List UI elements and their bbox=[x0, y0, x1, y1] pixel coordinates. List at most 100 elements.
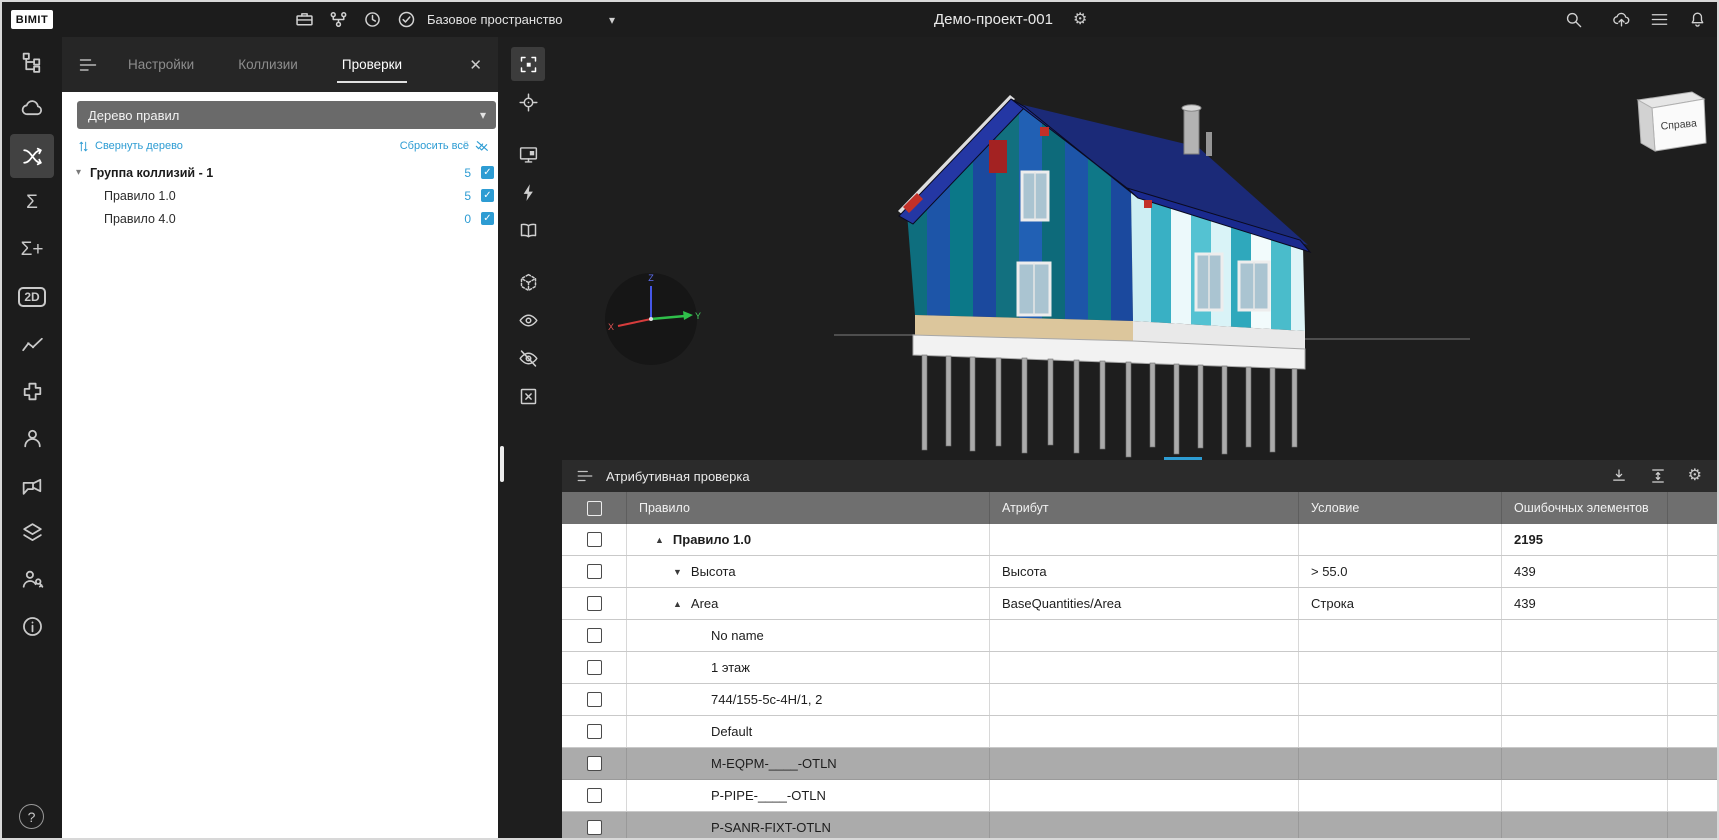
table-row[interactable]: 1 этаж bbox=[562, 652, 1717, 684]
bottom-panel-resize-handle[interactable] bbox=[1164, 457, 1202, 460]
close-icon[interactable]: ✕ bbox=[469, 56, 482, 74]
tree-item[interactable]: ▾Группа коллизий - 15✓ bbox=[62, 161, 498, 184]
workspace-dropdown[interactable]: Базовое пространство ▾ bbox=[427, 2, 615, 37]
rules-tree-dropdown[interactable]: Дерево правил ▾ bbox=[77, 101, 496, 129]
checks-panel-header: Настройки Коллизии Проверки ✕ bbox=[62, 37, 498, 92]
rule-cell: No name bbox=[627, 620, 990, 651]
tool-delete-selection[interactable] bbox=[511, 379, 545, 413]
projects-icon[interactable] bbox=[294, 9, 315, 30]
table-row[interactable]: Default bbox=[562, 716, 1717, 748]
notifications-bell-icon[interactable] bbox=[1688, 10, 1707, 29]
tri-up-icon[interactable]: ▲ bbox=[655, 535, 664, 545]
sidebar-item-paint-tools[interactable] bbox=[10, 463, 54, 507]
collapse-tree-link[interactable]: Свернуть дерево bbox=[77, 140, 183, 153]
tab-collisions[interactable]: Коллизии bbox=[238, 57, 298, 72]
tree-checkbox-checked[interactable]: ✓ bbox=[481, 189, 494, 202]
tab-settings[interactable]: Настройки bbox=[128, 57, 194, 72]
table-row[interactable]: No name bbox=[562, 620, 1717, 652]
sidebar-item-cloud-sync[interactable] bbox=[10, 87, 54, 131]
tri-down-icon[interactable]: ▼ bbox=[673, 567, 682, 577]
fit-height-icon[interactable] bbox=[1610, 467, 1628, 485]
tree-item[interactable]: Правило 4.00✓ bbox=[62, 207, 498, 230]
sidebar-item-plugins[interactable] bbox=[10, 369, 54, 413]
tree-checkbox-checked[interactable]: ✓ bbox=[481, 166, 494, 179]
tool-fit-selection[interactable] bbox=[511, 47, 545, 81]
viewport-3d[interactable]: Z X Y Справа Атрибутивная проверка bbox=[498, 37, 1717, 838]
row-checkbox[interactable] bbox=[587, 532, 602, 547]
filler-cell bbox=[1668, 716, 1717, 747]
sidebar-item-collision-checks[interactable] bbox=[10, 134, 54, 178]
table-row[interactable]: M-EQPM-____-OTLN bbox=[562, 748, 1717, 780]
sections-icon bbox=[518, 220, 539, 241]
table-settings-gear-icon[interactable]: ⚙ bbox=[1688, 468, 1702, 484]
condition-cell bbox=[1299, 652, 1502, 683]
panel-menu-icon[interactable] bbox=[78, 55, 98, 75]
table-row[interactable]: P-PIPE-____-OTLN bbox=[562, 780, 1717, 812]
sidebar-item-layers[interactable] bbox=[10, 510, 54, 554]
row-spacing-icon[interactable] bbox=[1649, 467, 1667, 485]
app-logo[interactable]: BIMIT bbox=[11, 10, 53, 29]
caret-down-icon[interactable]: ▾ bbox=[76, 167, 90, 178]
history-icon[interactable] bbox=[362, 9, 383, 30]
filler-cell bbox=[1668, 620, 1717, 651]
attribute-check-title: Атрибутивная проверка bbox=[606, 469, 750, 484]
row-checkbox[interactable] bbox=[587, 820, 602, 835]
project-title: Демо-проект-001 bbox=[934, 11, 1053, 28]
reset-all-link[interactable]: Сбросить всё bbox=[400, 138, 490, 154]
project-settings-gear-icon[interactable]: ⚙ bbox=[1073, 12, 1087, 28]
tree-checkbox-checked[interactable]: ✓ bbox=[481, 212, 494, 225]
row-checkbox[interactable] bbox=[587, 564, 602, 579]
attribute-check-menu-icon[interactable] bbox=[576, 467, 594, 485]
tool-locate[interactable] bbox=[511, 85, 545, 119]
attribute-cell bbox=[990, 620, 1299, 651]
row-checkbox[interactable] bbox=[587, 596, 602, 611]
cloud-upload-icon[interactable] bbox=[1612, 10, 1631, 29]
sidebar-item-info[interactable] bbox=[10, 604, 54, 648]
list-menu-icon[interactable] bbox=[1650, 10, 1669, 29]
tree-item[interactable]: Правило 1.05✓ bbox=[62, 184, 498, 207]
tool-sections[interactable] bbox=[511, 213, 545, 247]
tab-checks[interactable]: Проверки bbox=[342, 57, 402, 72]
locate-icon bbox=[518, 92, 539, 113]
graphs-icon bbox=[20, 332, 45, 357]
row-checkbox-cell bbox=[562, 652, 627, 683]
tool-hide[interactable] bbox=[511, 341, 545, 375]
row-checkbox-cell bbox=[562, 812, 627, 838]
table-row[interactable]: ▲Правило 1.02195 bbox=[562, 524, 1717, 556]
axes-gizmo[interactable]: Z X Y bbox=[601, 269, 701, 369]
row-checkbox[interactable] bbox=[587, 628, 602, 643]
select-all-checkbox[interactable] bbox=[587, 501, 602, 516]
sum-icon: Σ bbox=[26, 192, 38, 214]
row-checkbox[interactable] bbox=[587, 756, 602, 771]
table-row[interactable]: ▼ВысотаВысота> 55.0439 bbox=[562, 556, 1717, 588]
errors-cell: 2195 bbox=[1502, 524, 1668, 555]
rule-cell: 1 этаж bbox=[627, 652, 990, 683]
tool-show[interactable] bbox=[511, 303, 545, 337]
tool-quick-actions[interactable] bbox=[511, 175, 545, 209]
sidebar-item-access[interactable] bbox=[10, 557, 54, 601]
help-button[interactable]: ? bbox=[19, 804, 44, 829]
sidebar-item-sum-plus[interactable]: Σ+ bbox=[10, 228, 54, 272]
table-row[interactable]: P-SANR-FIXT-OTLN bbox=[562, 812, 1717, 838]
errors-cell bbox=[1502, 812, 1668, 838]
search-icon[interactable] bbox=[1564, 10, 1583, 29]
panel-resize-handle[interactable] bbox=[500, 446, 504, 482]
tool-screenshot[interactable] bbox=[511, 137, 545, 171]
row-checkbox[interactable] bbox=[587, 692, 602, 707]
table-row[interactable]: 744/155-5c-4H/1, 2 bbox=[562, 684, 1717, 716]
tool-clip-box[interactable] bbox=[511, 265, 545, 299]
sidebar-item-users[interactable] bbox=[10, 416, 54, 460]
row-checkbox[interactable] bbox=[587, 724, 602, 739]
sidebar-item-sum[interactable]: Σ bbox=[10, 181, 54, 225]
tri-up-icon[interactable]: ▲ bbox=[673, 599, 682, 609]
view-cube[interactable]: Справа bbox=[1632, 87, 1712, 155]
show-icon bbox=[518, 310, 539, 331]
sidebar-item-graphs[interactable] bbox=[10, 322, 54, 366]
team-structure-icon[interactable] bbox=[328, 9, 349, 30]
row-checkbox[interactable] bbox=[587, 660, 602, 675]
approvals-check-icon[interactable] bbox=[396, 9, 417, 30]
sidebar-item-model-tree[interactable] bbox=[10, 40, 54, 84]
row-checkbox[interactable] bbox=[587, 788, 602, 803]
sidebar-item-view-2d[interactable]: 2D bbox=[10, 275, 54, 319]
table-row[interactable]: ▲AreaBaseQuantities/AreaСтрока439 bbox=[562, 588, 1717, 620]
